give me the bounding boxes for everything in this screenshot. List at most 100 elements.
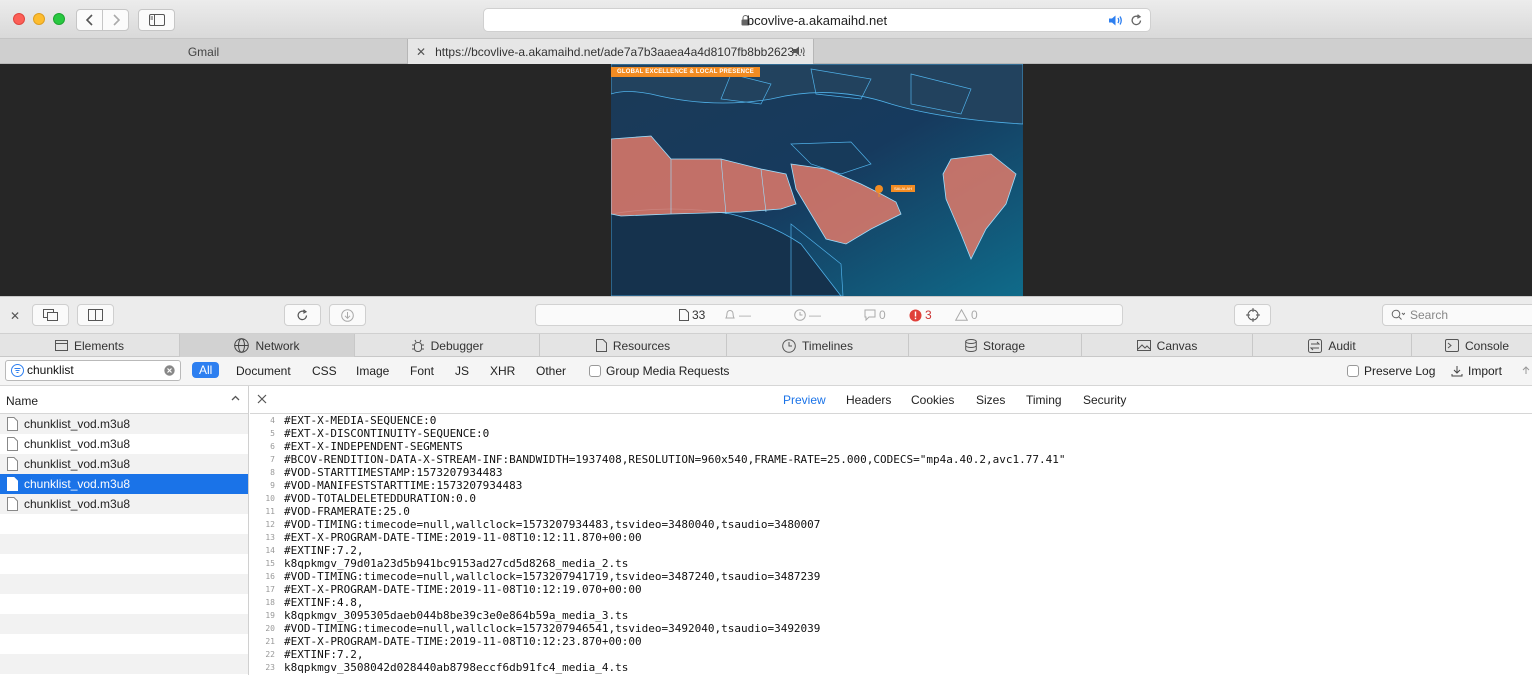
- reload-page-button[interactable]: [284, 304, 321, 326]
- audio-playing-icon[interactable]: [1108, 14, 1124, 27]
- line-text: #EXT-X-PROGRAM-DATE-TIME:2019-11-08T10:1…: [284, 583, 642, 596]
- line-text: #EXTINF:4.8,: [284, 596, 364, 609]
- close-tab-icon[interactable]: ✕: [416, 45, 426, 59]
- clear-filter-icon[interactable]: [164, 365, 175, 376]
- empty-row: [0, 534, 248, 554]
- import-button[interactable]: Import: [1451, 364, 1502, 378]
- line-number: 19: [265, 611, 275, 620]
- download-button[interactable]: [329, 304, 366, 326]
- load-time: —: [794, 308, 821, 322]
- line-text: k8qpkmgv_3095305daeb044b8be39c3e0e864b59…: [284, 609, 629, 622]
- status-bar: 33 — — 0 3 0: [535, 304, 1123, 326]
- element-picker-button[interactable]: [1234, 304, 1271, 326]
- tab-timing[interactable]: Timing: [1026, 393, 1062, 407]
- minimize-window-button[interactable]: [33, 13, 45, 25]
- sidebar-toggle-button[interactable]: [138, 9, 175, 31]
- zoom-window-button[interactable]: [53, 13, 65, 25]
- bell-icon: [725, 310, 735, 319]
- bug-icon: [411, 339, 424, 352]
- filter-image[interactable]: Image: [356, 364, 389, 378]
- line-text: k8qpkmgv_79d01a23d5b941bc9153ad27cd5d826…: [284, 557, 629, 570]
- line-number: 9: [270, 481, 275, 490]
- name-column-header[interactable]: Name: [0, 386, 248, 414]
- tab-canvas[interactable]: Canvas: [1082, 334, 1253, 357]
- close-window-button[interactable]: [13, 13, 25, 25]
- chevron-up-icon: [231, 395, 240, 401]
- tab-network[interactable]: Network: [180, 334, 355, 357]
- list-item-label: chunklist_vod.m3u8: [24, 457, 131, 471]
- code-line: 4 #EXT-X-MEDIA-SEQUENCE:0: [250, 414, 1532, 427]
- speaker-icon[interactable]: [792, 45, 807, 57]
- tab-sizes[interactable]: Sizes: [976, 393, 1005, 407]
- filter-font[interactable]: Font: [410, 364, 434, 378]
- filter-js[interactable]: JS: [455, 364, 469, 378]
- code-line: 21 #EXT-X-PROGRAM-DATE-TIME:2019-11-08T10…: [250, 635, 1532, 648]
- tab-audit[interactable]: Audit: [1253, 334, 1412, 357]
- tab-label: https://bcovlive-a.akamaihd.net/ade7a7b3…: [435, 44, 807, 59]
- tab-active[interactable]: ✕ https://bcovlive-a.akamaihd.net/ade7a7…: [407, 39, 814, 64]
- filter-document[interactable]: Document: [236, 364, 291, 378]
- warning-count[interactable]: 0: [955, 308, 978, 322]
- dock-side-button[interactable]: [77, 304, 114, 326]
- tab-elements[interactable]: Elements: [0, 334, 180, 357]
- tab-timelines[interactable]: Timelines: [727, 334, 909, 357]
- line-number: 8: [270, 468, 275, 477]
- filter-field[interactable]: [5, 360, 181, 381]
- filter-xhr[interactable]: XHR: [490, 364, 515, 378]
- list-item[interactable]: chunklist_vod.m3u8: [0, 434, 248, 454]
- checkbox[interactable]: [589, 365, 601, 377]
- close-icon[interactable]: [257, 394, 267, 404]
- filter-other[interactable]: Other: [536, 364, 566, 378]
- chevron-right-icon: [112, 14, 120, 26]
- tab-debugger[interactable]: Debugger: [355, 334, 540, 357]
- filter-css[interactable]: CSS: [312, 364, 337, 378]
- map-pin-label: SALALAH: [891, 185, 916, 192]
- empty-row: [0, 614, 248, 634]
- error-count[interactable]: 3: [909, 308, 932, 322]
- document-icon: [679, 309, 689, 321]
- tab-console[interactable]: Console: [1412, 334, 1532, 357]
- inspector-search[interactable]: Search: [1382, 304, 1532, 326]
- preserve-log-checkbox[interactable]: Preserve Log: [1347, 364, 1435, 378]
- reload-icon[interactable]: [1130, 14, 1143, 27]
- address-bar[interactable]: bcovlive-a.akamaihd.net: [483, 8, 1151, 32]
- line-text: #EXT-X-MEDIA-SEQUENCE:0: [284, 414, 437, 427]
- log-count[interactable]: 0: [864, 308, 886, 322]
- tab-gmail[interactable]: Gmail: [0, 39, 407, 64]
- group-media-checkbox[interactable]: Group Media Requests: [589, 364, 729, 378]
- line-number: 11: [265, 507, 275, 516]
- empty-row: [0, 594, 248, 614]
- filter-all[interactable]: All: [192, 362, 220, 378]
- close-inspector-icon[interactable]: ✕: [10, 309, 20, 323]
- network-filter-bar: All Document CSS Image Font JS XHR Other…: [0, 357, 1532, 386]
- list-item-label: chunklist_vod.m3u8: [24, 477, 131, 491]
- database-icon: [965, 339, 977, 352]
- export-icon[interactable]: [1520, 365, 1532, 377]
- code-line: 11 #VOD-FRAMERATE:25.0: [250, 505, 1532, 518]
- tab-resources[interactable]: Resources: [540, 334, 727, 357]
- checkbox[interactable]: [1347, 365, 1359, 377]
- load-size: —: [724, 308, 751, 322]
- tab-preview[interactable]: Preview: [783, 393, 826, 407]
- line-number: 6: [270, 442, 275, 451]
- detach-inspector-button[interactable]: [32, 304, 69, 326]
- resource-count[interactable]: 33: [679, 308, 705, 322]
- back-button[interactable]: [76, 9, 103, 31]
- clock-icon: [782, 338, 796, 353]
- list-item[interactable]: chunklist_vod.m3u8: [0, 414, 248, 434]
- line-text: #EXT-X-DISCONTINUITY-SEQUENCE:0: [284, 427, 490, 440]
- tab-headers[interactable]: Headers: [846, 393, 891, 407]
- code-line: 5 #EXT-X-DISCONTINUITY-SEQUENCE:0: [250, 427, 1532, 440]
- map-video-frame: [611, 64, 1023, 296]
- line-text: #EXT-X-PROGRAM-DATE-TIME:2019-11-08T10:1…: [284, 635, 642, 648]
- empty-row: [0, 574, 248, 594]
- list-item[interactable]: chunklist_vod.m3u8: [0, 494, 248, 514]
- filter-input[interactable]: [27, 363, 157, 377]
- tab-cookies[interactable]: Cookies: [911, 393, 954, 407]
- forward-button[interactable]: [102, 9, 129, 31]
- tab-security[interactable]: Security: [1083, 393, 1126, 407]
- list-item[interactable]: chunklist_vod.m3u8: [0, 474, 248, 494]
- list-item[interactable]: chunklist_vod.m3u8: [0, 454, 248, 474]
- video-player[interactable]: GLOBAL EXCELLENCE & LOCAL PRESENCE SALAL…: [611, 64, 1023, 296]
- tab-storage[interactable]: Storage: [909, 334, 1082, 357]
